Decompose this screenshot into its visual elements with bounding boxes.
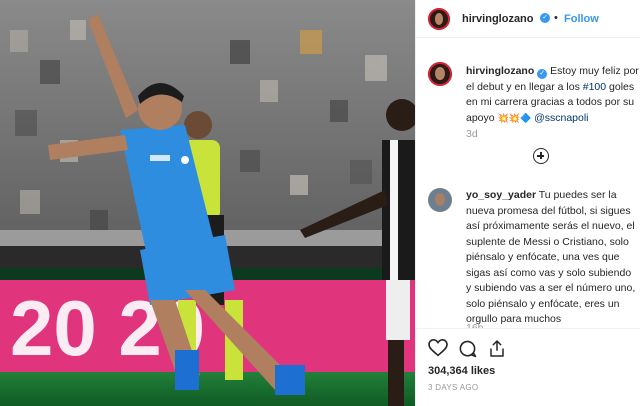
commenter-username[interactable]: yo_soy_yader: [466, 189, 536, 201]
post-actions: 304,364 likes 3 DAYS AGO: [416, 328, 640, 406]
caption-author-avatar[interactable]: [428, 62, 452, 86]
author-username[interactable]: hirvinglozano: [462, 13, 534, 25]
follow-button[interactable]: Follow: [564, 13, 599, 25]
caption-mention-link[interactable]: @sscnapoli: [534, 112, 588, 124]
share-icon[interactable]: [488, 339, 506, 358]
verified-icon: ✓: [540, 13, 550, 23]
separator-dot: •: [554, 12, 558, 24]
likes-count[interactable]: 304,364 likes: [428, 365, 495, 377]
post-side-panel: hirvinglozano ✓ • Follow hirvinglozano ✓…: [415, 0, 640, 406]
comment-body: Tu puedes ser la nueva promesa del fútbo…: [466, 189, 636, 325]
caption-verified-icon: ✓: [537, 69, 548, 79]
caption-time: 3d: [466, 128, 478, 140]
plus-circle-icon[interactable]: [533, 148, 549, 164]
caption-hashtag-link[interactable]: #100: [583, 81, 606, 93]
comment-text: yo_soy_yader Tu puedes ser la nueva prom…: [466, 188, 636, 328]
comments-section: hirvinglozano ✓ Estoy muy feliz por el d…: [416, 38, 640, 328]
heart-icon[interactable]: [428, 339, 448, 357]
football-scene-image: 20 20: [0, 0, 415, 406]
commenter-avatar[interactable]: [428, 188, 452, 212]
author-avatar[interactable]: [428, 8, 450, 30]
post-header: hirvinglozano ✓ • Follow: [416, 0, 640, 38]
caption-username[interactable]: hirvinglozano: [466, 65, 534, 77]
caption-emojis: 💥💥🔷: [497, 112, 532, 123]
post-photo: 20 20: [0, 0, 415, 406]
post-date: 3 DAYS AGO: [428, 383, 479, 392]
caption-text: hirvinglozano ✓ Estoy muy feliz por el d…: [466, 64, 640, 126]
comment-icon[interactable]: [458, 339, 477, 358]
